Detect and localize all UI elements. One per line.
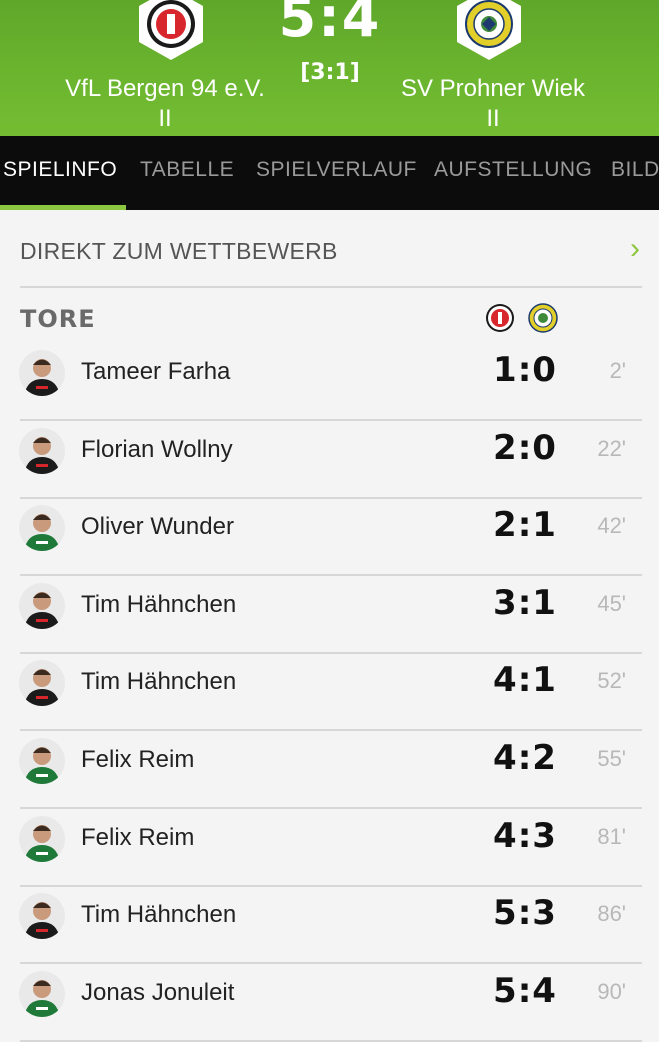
scorer-name[interactable]: Felix Reim [81,824,194,852]
goal-score: 4:2 [493,738,557,778]
halftime-score: [3:1] [300,60,360,85]
goal-minute: 81' [597,823,626,849]
competition-link-label: DIREKT ZUM WETTBEWERB [20,238,338,264]
away-team-mini-logo [528,303,558,333]
goal-row[interactable]: Tim Hähnchen 4:1 52' [0,654,659,732]
player-avatar[interactable] [19,893,65,940]
match-header: 5:4 [3:1] VfL Bergen 94 e.V. II SV Prohn… [0,0,659,136]
goal-minute: 55' [597,746,626,771]
tab-spielverlauf[interactable]: SPIELVERLAUF [256,158,417,182]
tab-bar: SPIELINFO TABELLE SPIELVERLAUF AUFSTELLU… [0,136,659,210]
scorer-name[interactable]: Oliver Wunder [81,513,234,541]
goal-row[interactable]: Tameer Farha 1:0 2' [0,344,659,421]
goal-row[interactable]: Felix Reim 4:2 55' [0,732,659,809]
goal-score: 1:0 [493,350,557,390]
goal-minute: 52' [597,668,626,694]
player-avatar[interactable] [19,660,65,707]
goal-minute: 86' [597,901,626,927]
goals-section-title: TORE [20,305,96,333]
goal-minute: 42' [597,513,626,539]
scorer-name[interactable]: Tameer Farha [81,358,230,386]
goal-row[interactable]: Felix Reim 4:3 81' [0,810,659,887]
goal-minute: 2' [609,358,626,383]
goal-score: 2:0 [493,427,557,468]
goal-score: 5:4 [493,970,557,1011]
active-tab-indicator [0,205,126,210]
scorer-name[interactable]: Tim Hähnchen [81,668,236,696]
home-team-logo[interactable] [133,0,209,62]
goal-score: 3:1 [493,582,557,623]
divider [20,1039,642,1042]
home-team-name[interactable]: VfL Bergen 94 e.V. II [65,74,265,134]
goal-minute: 22' [597,435,626,461]
home-team-mini-logo [485,303,515,333]
goal-row[interactable]: Jonas Jonuleit 5:4 90' [0,965,659,1042]
goal-score: 4:3 [493,815,557,856]
goal-minute: 90' [597,978,626,1004]
player-avatar[interactable] [19,970,65,1017]
player-avatar[interactable] [19,738,65,784]
chevron-right-icon: › [630,232,640,265]
goal-row[interactable]: Tim Hähnchen 5:3 86' [0,887,659,965]
final-score: 5:4 [278,0,382,49]
competition-link[interactable]: DIREKT ZUM WETTBEWERB › [20,232,640,272]
goal-score: 4:1 [493,660,557,701]
player-avatar[interactable] [19,427,65,474]
away-team-name[interactable]: SV Prohner Wiek II [393,74,593,134]
scorer-name[interactable]: Florian Wollny [81,436,233,464]
scorer-name[interactable]: Jonas Jonuleit [81,979,234,1007]
goal-row[interactable]: Tim Hähnchen 3:1 45' [0,577,659,654]
player-avatar[interactable] [19,815,65,862]
goal-score: 2:1 [493,505,557,546]
tab-spielinfo[interactable]: SPIELINFO [3,158,117,182]
scorer-name[interactable]: Tim Hähnchen [81,591,236,619]
scorer-name[interactable]: Felix Reim [81,746,194,774]
tab-bild[interactable]: BILD [611,158,659,182]
goal-minute: 45' [597,590,626,616]
player-avatar[interactable] [19,350,65,396]
away-team-logo[interactable] [451,0,527,62]
goal-row[interactable]: Florian Wollny 2:0 22' [0,422,659,499]
player-avatar[interactable] [19,505,65,552]
goal-row[interactable]: Oliver Wunder 2:1 42' [0,499,659,577]
player-avatar[interactable] [19,582,65,629]
goal-score: 5:3 [493,893,557,934]
tab-aufstellung[interactable]: AUFSTELLUNG [434,158,592,182]
scorer-name[interactable]: Tim Hähnchen [81,901,236,929]
divider [20,286,642,288]
tab-tabelle[interactable]: TABELLE [140,158,234,182]
